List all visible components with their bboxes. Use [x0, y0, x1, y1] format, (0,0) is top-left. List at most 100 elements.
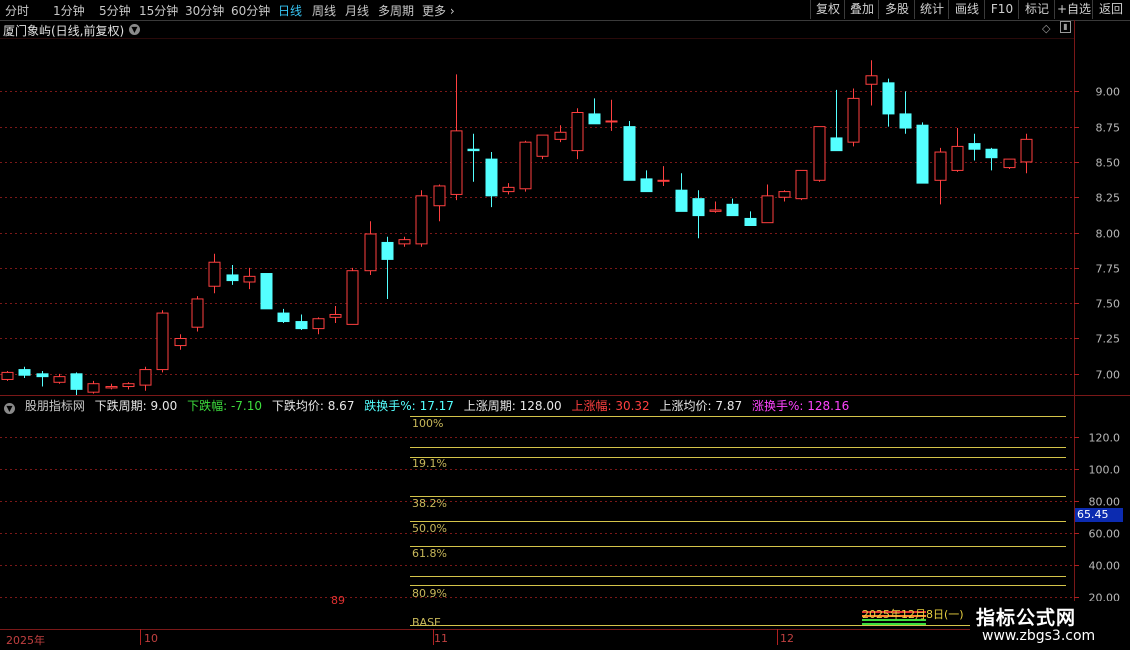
- price-tick-label: 7.00: [1096, 369, 1121, 382]
- indicator-header: ▼ 股朋指标网 下跌周期: 9.00 下跌幅: -7.10 下跌均价: 8.67…: [0, 397, 1075, 414]
- candle-body: [519, 141, 532, 190]
- fib-label-100: 100%: [412, 417, 444, 430]
- down-turnover-label: 跌换手%:: [364, 399, 416, 413]
- candle-body: [692, 198, 705, 217]
- candle-body: [208, 261, 221, 287]
- fib-label-50: 50.0%: [412, 522, 447, 535]
- indicator-tick-label: 60.00: [1089, 528, 1121, 541]
- candle-body: [951, 145, 964, 171]
- candle-body: [1020, 138, 1033, 163]
- price-tick-label: 8.50: [1096, 157, 1121, 170]
- up-avg-value: 7.87: [715, 399, 743, 413]
- date-label-oct: 10: [144, 632, 158, 645]
- price-tick-label: 8.00: [1096, 228, 1121, 241]
- price-tick-label: 7.50: [1096, 298, 1121, 311]
- candle-body: [726, 203, 739, 217]
- candle-body: [485, 158, 498, 197]
- candle-body: [18, 369, 31, 376]
- candle-body: [381, 241, 394, 260]
- indicator-tick-label: 80.00: [1089, 496, 1121, 509]
- indicator-tick-label: 100.0: [1089, 464, 1121, 477]
- candle-body: [467, 148, 480, 152]
- up-period-value: 128.00: [519, 399, 562, 413]
- price-tick-label: 9.00: [1096, 86, 1121, 99]
- price-tick-label: 8.25: [1096, 192, 1121, 205]
- candle-body: [985, 148, 998, 159]
- indicator-tick-label: 40.00: [1089, 560, 1121, 573]
- candle-body: [277, 312, 290, 323]
- down-period-value: 9.00: [150, 399, 178, 413]
- candle-body: [398, 239, 411, 245]
- up-change-label: 上涨幅:: [571, 399, 612, 413]
- candle-body: [795, 169, 808, 200]
- candle-body: [605, 120, 618, 123]
- indicator-signal-bar: [862, 623, 926, 625]
- up-turnover-value: 128.16: [807, 399, 850, 413]
- candle-body: [329, 313, 342, 318]
- candle-body: [675, 189, 688, 212]
- candle-body: [226, 274, 239, 282]
- fib-label-61: 61.8%: [412, 547, 447, 560]
- up-turnover-label: 涨换手%:: [751, 399, 804, 413]
- down-change-value: -7.10: [230, 399, 263, 413]
- up-change-value: 30.32: [615, 399, 650, 413]
- candle-body: [122, 383, 135, 388]
- price-tick-label: 8.75: [1096, 122, 1121, 135]
- candle-body: [260, 273, 273, 310]
- fib-label-38: 38.2%: [412, 497, 447, 510]
- candle-body: [70, 373, 83, 390]
- period-count-marker: 89: [331, 594, 345, 607]
- candle-body: [433, 185, 446, 207]
- candle-body: [916, 124, 929, 184]
- down-avg-label: 下跌均价:: [271, 399, 324, 413]
- candle-body: [346, 270, 359, 325]
- candle-body: [778, 191, 791, 198]
- indicator-chevron-icon[interactable]: ▼: [4, 403, 15, 414]
- candle-body: [640, 178, 653, 193]
- candle-body: [502, 186, 515, 193]
- indicator-name: 股朋指标网: [24, 399, 85, 413]
- candle-body: [623, 126, 636, 181]
- candle-body: [139, 369, 152, 386]
- candle-body: [156, 312, 169, 371]
- fib-label-19: 19.1%: [412, 457, 447, 470]
- candle-body: [830, 137, 843, 152]
- up-avg-label: 上涨均价:: [659, 399, 712, 413]
- candle-body: [761, 195, 774, 224]
- candle-body: [295, 321, 308, 330]
- candle-body: [536, 134, 549, 157]
- fib-label-base: BASE: [412, 616, 442, 629]
- candle-body: [847, 97, 860, 143]
- indicator-tick-label: 120.0: [1089, 432, 1121, 445]
- candle-body: [450, 130, 463, 195]
- candle-body: [312, 318, 325, 330]
- site-watermark: 指标公式网 www.zbgs3.com: [970, 601, 1130, 650]
- price-tick-label: 7.75: [1096, 263, 1121, 276]
- current-value-tag: 65.45: [1075, 508, 1123, 522]
- down-turnover-value: 17.17: [419, 399, 454, 413]
- candle-body: [968, 143, 981, 150]
- candle-body: [813, 126, 826, 181]
- chart-canvas: 7.007.257.507.758.008.258.508.759.00 20.…: [0, 20, 1130, 650]
- candle-body: [709, 209, 722, 212]
- candle-body: [243, 275, 256, 283]
- watermark-title: 指标公式网: [976, 607, 1077, 629]
- candle-body: [1, 371, 14, 380]
- candle-body: [53, 376, 66, 383]
- candle-body: [744, 217, 757, 226]
- down-period-label: 下跌周期:: [94, 399, 147, 413]
- down-avg-value: 8.67: [327, 399, 355, 413]
- date-label-nov: 11: [434, 632, 448, 645]
- date-label-year: 2025年: [6, 634, 45, 647]
- candle-body: [364, 233, 377, 272]
- candle-body: [554, 131, 567, 140]
- candle-body: [1003, 158, 1016, 169]
- candle-body: [87, 383, 100, 393]
- candle-body: [899, 113, 912, 129]
- watermark-url: www.zbgs3.com: [982, 628, 1096, 644]
- candle-body: [415, 195, 428, 245]
- candle-body: [882, 82, 895, 115]
- candle-body: [865, 75, 878, 85]
- price-tick-label: 7.25: [1096, 333, 1121, 346]
- candle-body: [657, 179, 670, 182]
